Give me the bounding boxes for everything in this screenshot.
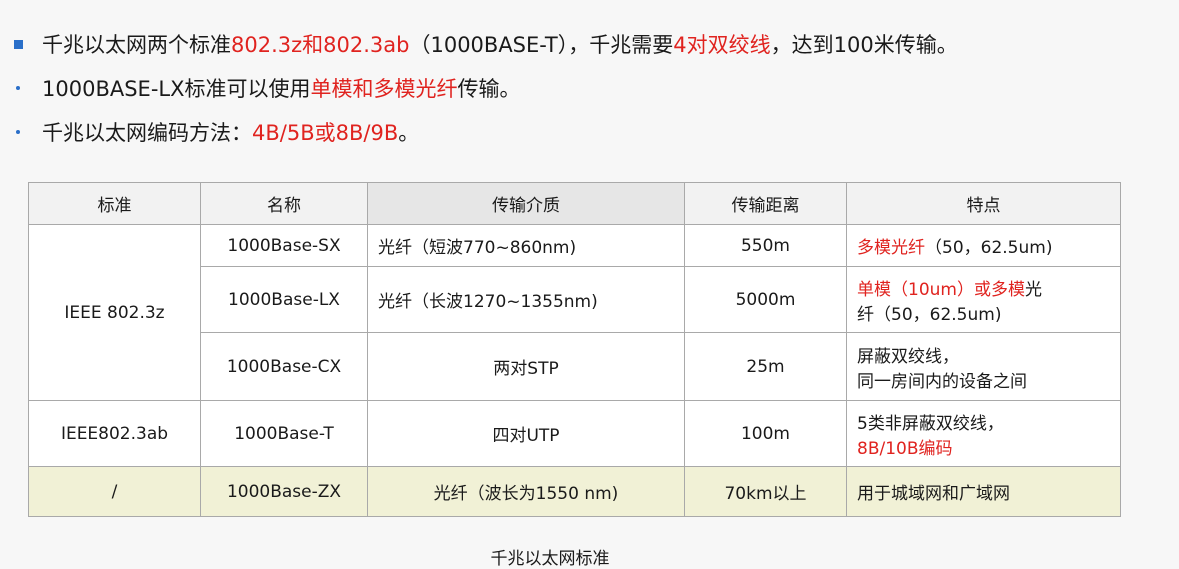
dot-bullet-icon — [14, 86, 42, 90]
bullet-text: 千兆以太网两个标准 — [42, 33, 231, 57]
table-row-highlighted: / 1000Base-ZX 光纤（波长为1550 nm) 70km以上 用于城域… — [28, 466, 1121, 517]
cell-distance: 100m — [684, 400, 847, 467]
cell-features: 单模（10um）或多模光纤（50，62.5um) — [846, 266, 1121, 333]
feature-text: （50，62.5um) — [925, 238, 1053, 258]
gigabit-standards-table: 标准 名称 传输介质 传输距离 特点 IEEE 802.3z 1000Base-… — [28, 182, 1121, 517]
table-header-row: 标准 名称 传输介质 传输距离 特点 — [28, 182, 1121, 225]
cell-standard: IEEE802.3ab — [28, 400, 201, 467]
cell-medium: 光纤（短波770~860nm) — [367, 224, 685, 267]
cell-medium: 光纤（波长为1550 nm) — [367, 466, 685, 517]
bullet-list: 千兆以太网两个标准 802.3z和802.3ab （1000BASE-T），千兆需要… — [14, 22, 958, 154]
bullet-text-highlight: 802.3z和802.3ab — [231, 33, 410, 57]
header-name: 名称 — [200, 182, 368, 225]
table-row: IEEE802.3ab 1000Base-T 四对UTP 100m 5类非屏蔽双… — [28, 400, 1121, 467]
header-medium: 传输介质 — [367, 182, 685, 225]
cell-distance: 5000m — [684, 266, 847, 333]
cell-distance: 550m — [684, 224, 847, 267]
bullet-line-2: 1000BASE-LX标准可以使用 单模和多模光纤 传输。 — [14, 66, 958, 110]
table-row: IEEE 802.3z 1000Base-SX 光纤（短波770~860nm) … — [28, 224, 1121, 401]
header-standard: 标准 — [28, 182, 201, 225]
table-caption: 千兆以太网标准 — [490, 549, 610, 569]
feature-highlight: 多模光纤 — [857, 238, 925, 258]
cell-name: 1000Base-ZX — [200, 466, 368, 517]
cell-distance: 70km以上 — [684, 466, 847, 517]
header-features: 特点 — [846, 182, 1121, 225]
feature-text: 同一房间内的设备之间 — [857, 371, 1027, 392]
cell-standard: / — [28, 466, 201, 517]
feature-text: 5类非屏蔽双绞线， — [857, 413, 1004, 434]
bullet-text-highlight: 4对双绞线 — [673, 33, 771, 57]
cell-features: 多模光纤（50，62.5um) — [846, 224, 1121, 267]
cell-medium: 两对STP — [367, 332, 685, 401]
cell-standard: IEEE 802.3z — [28, 224, 201, 401]
bullet-text: （1000BASE-T），千兆需要 — [409, 33, 674, 57]
cell-name: 1000Base-T — [200, 400, 368, 467]
bullet-text: 传输。 — [457, 77, 521, 101]
cell-name: 1000Base-CX — [200, 332, 368, 401]
bullet-line-3: 千兆以太网编码方法： 4B/5B或8B/9B。 — [14, 110, 958, 154]
cell-features: 5类非屏蔽双绞线， 8B/10B编码 — [846, 400, 1121, 467]
cell-name: 1000Base-SX — [200, 224, 368, 267]
header-distance: 传输距离 — [684, 182, 847, 225]
cell-medium: 四对UTP — [367, 400, 685, 467]
bullet-text: 。 — [398, 121, 420, 145]
bullet-text: 1000BASE-LX标准可以使用 — [42, 77, 311, 101]
bullet-text: ，达到100米传输。 — [770, 33, 958, 57]
square-bullet-icon — [14, 39, 42, 49]
dot-bullet-icon — [14, 130, 42, 134]
bullet-text: 千兆以太网编码方法： — [42, 121, 252, 145]
feature-text: 屏蔽双绞线， — [857, 346, 959, 367]
feature-text: 纤（50，62.5um) — [857, 304, 1002, 325]
cell-features: 用于城域网和广域网 — [846, 466, 1121, 517]
feature-text: 光 — [1024, 279, 1042, 300]
cell-features: 屏蔽双绞线， 同一房间内的设备之间 — [846, 332, 1121, 401]
feature-highlight: 单模（10um）或多模 — [857, 279, 1025, 300]
bullet-line-1: 千兆以太网两个标准 802.3z和802.3ab （1000BASE-T），千兆需要… — [14, 22, 958, 66]
bullet-text-highlight: 单模和多模光纤 — [310, 77, 458, 101]
cell-medium: 光纤（长波1270~1355nm) — [367, 266, 685, 333]
cell-distance: 25m — [684, 332, 847, 401]
cell-name: 1000Base-LX — [200, 266, 368, 333]
feature-highlight: 8B/10B编码 — [857, 438, 953, 459]
bullet-text-highlight: 4B/5B或8B/9B — [252, 121, 399, 145]
